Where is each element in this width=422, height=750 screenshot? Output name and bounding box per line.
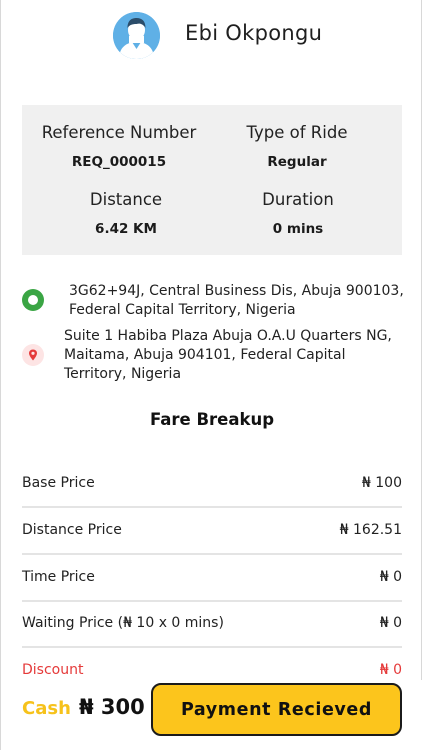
ride-info-card: Reference Number REQ_000015 Type of Ride… [22, 105, 402, 255]
fare-amount: ₦ 100 [361, 475, 402, 491]
fare-amount: ₦ 162.51 [339, 522, 402, 538]
fare-breakup-title: Fare Breakup [149, 410, 275, 429]
fare-label: Distance Price [22, 522, 122, 538]
total-amount: ₦ 300 [79, 695, 145, 719]
payment-footer: Cash ₦ 300 Payment Recieved [1, 680, 422, 750]
pickup-location: 3G62+94J, Central Business Dis, Abuja 90… [1, 280, 422, 325]
duration-value: 0 mins [272, 221, 324, 237]
ride-type-value: Regular [267, 154, 327, 170]
fare-row-distance-price: Distance Price ₦ 162.51 [22, 508, 402, 555]
pickup-address-line: 3G62+94J, Central Business Dis, Abuja 90… [69, 283, 404, 299]
dropoff-location: Suite 1 Habiba Plaza Abuja O.A.U Quarter… [1, 326, 422, 386]
dropoff-address-line: Maitama, Abuja 904101, Federal Capital [64, 347, 346, 363]
fare-row-waiting-price: Waiting Price (₦ 10 x 0 mins) ₦ 0 [22, 601, 402, 648]
dropoff-address-line: Territory, Nigeria [64, 366, 182, 382]
distance-value: 6.42 KM [95, 221, 157, 237]
user-avatar-icon [113, 12, 160, 59]
fare-amount: ₦ 0 [379, 615, 402, 631]
fare-row-base-price: Base Price ₦ 100 [22, 461, 402, 508]
pickup-dot-icon [22, 289, 44, 311]
pickup-address: 3G62+94J, Central Business Dis, Abuja 90… [69, 282, 404, 320]
fare-label: Base Price [22, 475, 95, 491]
ride-type-label: Type of Ride [246, 123, 348, 142]
pickup-address-line: Federal Capital Territory, Nigeria [69, 302, 296, 318]
map-pin-icon [22, 344, 44, 366]
fare-label: Waiting Price (₦ 10 x 0 mins) [22, 615, 224, 631]
reference-number-label: Reference Number [41, 123, 197, 142]
fare-amount: ₦ 0 [379, 569, 402, 585]
dropoff-address: Suite 1 Habiba Plaza Abuja O.A.U Quarter… [64, 327, 392, 384]
driver-name: Ebi Okpongu [185, 21, 323, 45]
duration-label: Duration [262, 190, 334, 209]
payment-received-button[interactable]: Payment Recieved [151, 683, 402, 736]
fare-amount: ₦ 0 [379, 662, 402, 678]
distance-label: Distance [89, 190, 163, 209]
reference-number-value: REQ_000015 [71, 154, 167, 170]
payment-method: Cash [22, 698, 71, 719]
dropoff-address-line: Suite 1 Habiba Plaza Abuja O.A.U Quarter… [64, 328, 392, 344]
fare-label: Time Price [22, 569, 95, 585]
screen-frame: Ebi Okpongu Reference Number REQ_000015 … [0, 0, 422, 750]
fare-label: Discount [22, 662, 84, 678]
driver-header: Ebi Okpongu [1, 0, 422, 70]
fare-row-time-price: Time Price ₦ 0 [22, 555, 402, 602]
